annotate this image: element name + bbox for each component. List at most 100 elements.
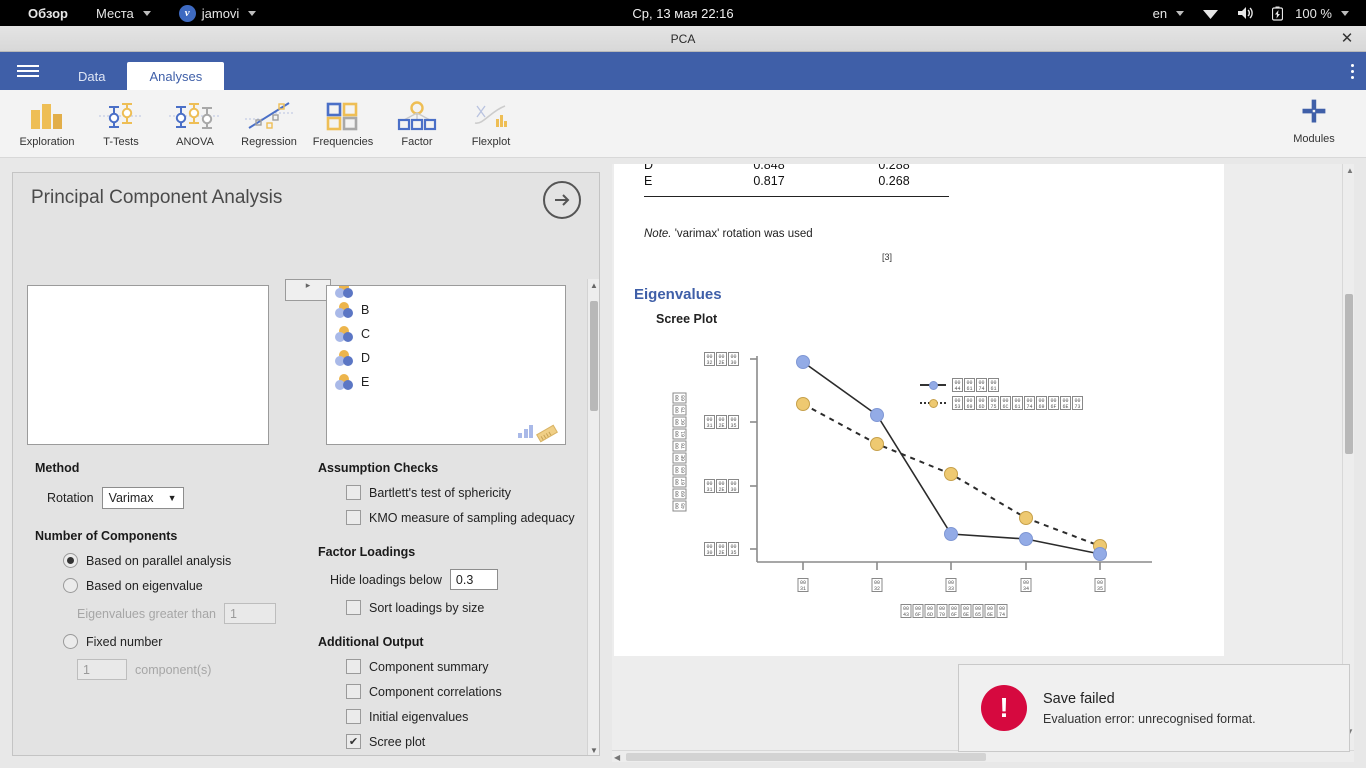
arrow-right-icon (555, 194, 570, 206)
eigenvalue-threshold-input[interactable]: 1 (223, 603, 276, 624)
keyboard-layout-menu[interactable]: en (1144, 0, 1193, 26)
hide-options-button[interactable] (543, 181, 581, 219)
chevron-down-icon: ▼ (167, 493, 177, 503)
radio-fixed-number[interactable]: Fixed number (63, 634, 305, 649)
options-left-column: Method Rotation Varimax ▼ Number of Comp… (35, 461, 305, 680)
checkbox-component-correlations[interactable]: Component correlations (346, 684, 578, 699)
tofu-text: 00 31 00 2E 00 30 (704, 478, 739, 493)
places-menu[interactable]: Места (82, 0, 165, 26)
ribbon-label: T-Tests (103, 136, 139, 148)
checkbox-sort-loadings[interactable]: Sort loadings by size (346, 600, 578, 615)
scrollbar-thumb[interactable] (626, 753, 986, 761)
checkbox-kmo-label: KMO measure of sampling adequacy (369, 510, 575, 525)
close-window-button[interactable]: ✕ (1338, 29, 1356, 47)
ttest-icon (99, 99, 143, 131)
assign-variable-button[interactable]: ▸ (285, 279, 331, 301)
tab-data[interactable]: Data (56, 62, 127, 90)
checkbox-initial-eigenvalues-label: Initial eigenvalues (369, 709, 469, 724)
reference-marker[interactable]: [3] (882, 252, 892, 262)
hide-loadings-input[interactable]: 0.3 (449, 569, 498, 590)
rotation-select[interactable]: Varimax ▼ (101, 487, 184, 509)
list-item[interactable]: E (327, 370, 565, 394)
scroll-left-arrow-icon[interactable]: ◀ (614, 753, 620, 762)
radio-eigenvalue-indicator[interactable] (63, 578, 78, 593)
variable-label: E (361, 375, 370, 389)
checkbox-kmo-indicator[interactable] (346, 510, 361, 525)
ribbon-ttests[interactable]: T-Tests (84, 99, 158, 148)
volume-icon[interactable] (1228, 0, 1263, 26)
save-failed-toast[interactable]: ! Save failed Evaluation error: unrecogn… (958, 664, 1350, 752)
eigenvalue-threshold-row: Eigenvalues greater than 1 (77, 603, 305, 624)
ribbon-frequencies[interactable]: Frequencies (306, 99, 380, 148)
checkbox-initial-eigenvalues[interactable]: Initial eigenvalues (346, 709, 578, 724)
y-tick-label: 00 31 00 2E 00 35 (704, 413, 739, 431)
checkbox-scree-plot-indicator[interactable]: ✔ (346, 734, 361, 749)
checkbox-scree-plot[interactable]: ✔ Scree plot (346, 734, 578, 749)
scree-plot[interactable]: 00 32 00 2E 00 30 00 31 00 2E 00 35 00 31 00 2E 00 30 0… (642, 334, 1202, 624)
radio-parallel-analysis[interactable]: Based on parallel analysis (63, 553, 305, 568)
list-item[interactable]: B (327, 298, 565, 322)
kebab-menu-icon[interactable] (1351, 61, 1354, 82)
jamovi-app-menu[interactable]: v jamovi (165, 0, 271, 26)
radio-fixed-label: Fixed number (86, 634, 163, 649)
checkbox-kmo[interactable]: KMO measure of sampling adequacy (346, 510, 578, 525)
battery-percent-label: 100 % (1295, 5, 1332, 21)
available-variables-list[interactable] (27, 285, 269, 445)
ribbon-exploration[interactable]: Exploration (10, 99, 84, 148)
checkbox-component-summary-indicator[interactable] (346, 659, 361, 674)
list-item[interactable] (327, 286, 565, 298)
tofu-text: 00 43 00 6F 00 6D 00 70 00 6F 00 6E 00 65 00 6E 00 74 (900, 603, 1008, 618)
flexplot-icon (471, 99, 511, 131)
results-scrollbar-vertical[interactable]: ▲ ▼ (1342, 164, 1354, 750)
checkbox-sort-indicator[interactable] (346, 600, 361, 615)
radio-fixed-indicator[interactable] (63, 634, 78, 649)
fixed-components-suffix: component(s) (135, 662, 212, 677)
checkbox-bartlett-indicator[interactable] (346, 485, 361, 500)
fixed-components-input[interactable]: 1 (77, 659, 127, 680)
options-scrollbar-vertical[interactable]: ▲ ▼ (587, 279, 599, 755)
list-item[interactable]: C (327, 322, 565, 346)
x-axis-label: 00 43 00 6F 00 6D 00 70 00 6F 00 6E 00 65 00 6E 00 74 (900, 602, 1008, 620)
activities-menu[interactable]: Обзор (14, 0, 82, 26)
ribbon-modules[interactable]: ✛ Modules (1276, 98, 1352, 146)
checkbox-initial-eigenvalues-indicator[interactable] (346, 709, 361, 724)
keyboard-layout-label: en (1152, 5, 1168, 21)
scroll-up-arrow-icon[interactable]: ▲ (1346, 166, 1354, 175)
nominal-variable-icon (335, 326, 353, 342)
note-text: 'varimax' rotation was used (671, 228, 813, 240)
ribbon-factor[interactable]: Factor (380, 99, 454, 148)
scrollbar-thumb[interactable] (590, 301, 598, 411)
list-item[interactable]: D (327, 346, 565, 370)
table-row: E 0.817 0.268 (644, 170, 954, 192)
error-exclamation-icon: ! (981, 685, 1027, 731)
ribbon-regression[interactable]: Regression (232, 99, 306, 148)
checkbox-component-summary[interactable]: Component summary (346, 659, 578, 674)
hamburger-menu-icon[interactable] (0, 52, 56, 90)
ribbon-label: ANOVA (176, 136, 214, 148)
checkbox-sort-label: Sort loadings by size (369, 600, 485, 615)
x-tick-label: 00 34 (1020, 576, 1032, 594)
checkbox-bartlett[interactable]: Bartlett's test of sphericity (346, 485, 578, 500)
battery-status[interactable]: 100 % (1263, 0, 1358, 26)
assigned-variables-list[interactable]: B C D E (326, 285, 566, 445)
radio-parallel-indicator[interactable] (63, 553, 78, 568)
scroll-down-arrow-icon[interactable]: ▼ (590, 746, 598, 755)
tab-analyses[interactable]: Analyses (127, 62, 225, 90)
ribbon-flexplot[interactable]: Flexplot (454, 99, 528, 148)
legend-line-solid-icon (920, 380, 946, 390)
scroll-up-arrow-icon[interactable]: ▲ (590, 281, 598, 290)
table-row: D 0.848 0.288 (644, 164, 954, 170)
hide-loadings-label: Hide loadings below (330, 572, 442, 587)
checkbox-component-correlations-indicator[interactable] (346, 684, 361, 699)
nominal-variable-icon (335, 374, 353, 390)
scrollbar-thumb[interactable] (1345, 294, 1353, 454)
ribbon-anova[interactable]: ANOVA (158, 99, 232, 148)
y-tick-label: 00 31 00 2E 00 30 (704, 477, 739, 495)
wifi-icon[interactable] (1193, 0, 1228, 26)
legend-line-dashed-icon (920, 398, 946, 408)
variable-label: B (361, 303, 370, 317)
assumption-checks-heading: Assumption Checks (318, 461, 439, 475)
jamovi-app-label: jamovi (201, 5, 240, 21)
radio-based-on-eigenvalue[interactable]: Based on eigenvalue (63, 578, 305, 593)
fixed-number-row: 1 component(s) (77, 659, 305, 680)
